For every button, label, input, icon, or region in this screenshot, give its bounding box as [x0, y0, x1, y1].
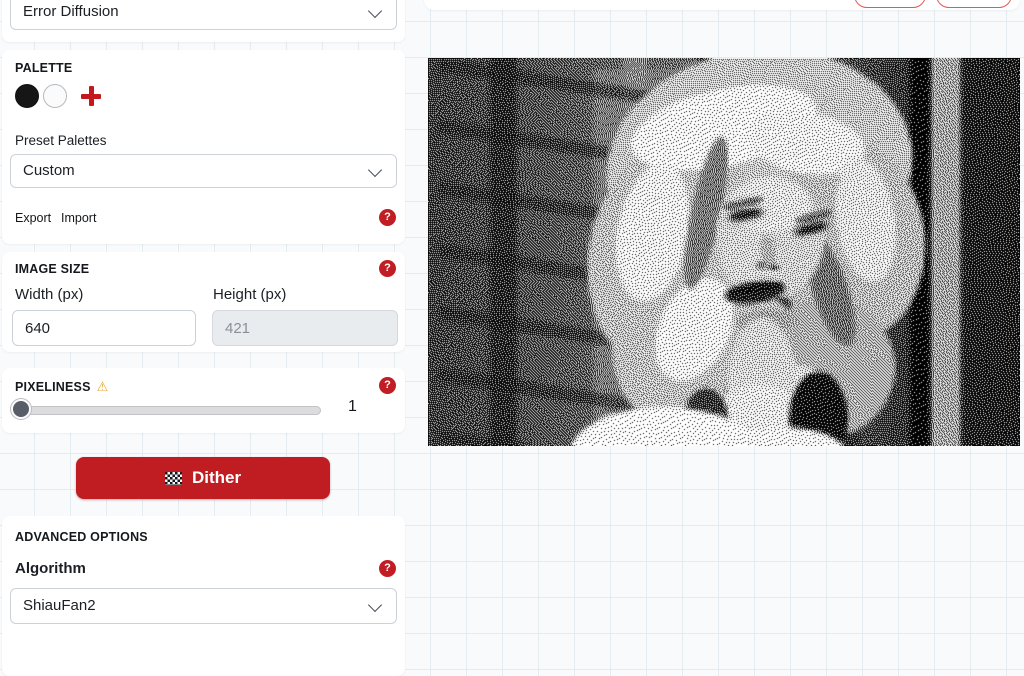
palette-swatch-black[interactable] [15, 84, 39, 108]
dither-style-card: Error Diffusion [2, 0, 405, 42]
pixeliness-slider-thumb[interactable] [11, 399, 31, 419]
algorithm-label: Algorithm [15, 560, 86, 577]
image-size-help-icon[interactable]: ? [379, 260, 396, 277]
preset-palettes-select-value: Custom [23, 162, 75, 179]
pixeliness-heading: PIXELINESS ⚠ [15, 379, 109, 395]
dither-checkerboard-icon [165, 472, 182, 485]
image-size-heading: IMAGE SIZE [15, 262, 89, 276]
warning-icon: ⚠ [97, 379, 109, 394]
pixeliness-help-icon[interactable]: ? [379, 377, 396, 394]
algorithm-help-icon[interactable]: ? [379, 560, 396, 577]
cropped-action-button-2[interactable] [936, 0, 1012, 8]
height-label: Height (px) [213, 286, 286, 303]
pixeliness-value: 1 [348, 398, 357, 416]
height-input [212, 310, 398, 346]
advanced-options-card: ADVANCED OPTIONS Algorithm ? ShiauFan2 [2, 516, 405, 676]
palette-help-icon[interactable]: ? [379, 209, 396, 226]
palette-swatch-white[interactable] [43, 84, 67, 108]
image-size-card: IMAGE SIZE ? Width (px) Height (px) [2, 252, 405, 352]
algorithm-select-value: ShiauFan2 [23, 597, 96, 614]
preview-header [424, 0, 1020, 10]
dither-style-select[interactable]: Error Diffusion [10, 0, 397, 30]
cropped-action-button-1[interactable] [854, 0, 926, 8]
pixeliness-slider-track[interactable] [14, 406, 321, 415]
pixeliness-heading-text: PIXELINESS [15, 380, 91, 394]
width-input[interactable] [12, 310, 196, 346]
preset-palettes-select[interactable]: Custom [10, 154, 397, 188]
palette-heading: PALETTE [15, 61, 72, 75]
chevron-down-icon [368, 598, 382, 612]
export-button[interactable]: Export [15, 211, 51, 225]
chevron-down-icon [368, 4, 382, 18]
palette-card: PALETTE Preset Palettes Custom Export Im… [2, 50, 405, 244]
pixeliness-card: PIXELINESS ⚠ ? 1 [2, 368, 405, 433]
advanced-options-heading: ADVANCED OPTIONS [15, 530, 148, 544]
dither-button[interactable]: Dither [76, 457, 330, 499]
width-label: Width (px) [15, 286, 83, 303]
dither-style-select-value: Error Diffusion [23, 3, 119, 20]
import-button[interactable]: Import [61, 211, 96, 225]
dithered-preview-image [428, 58, 1020, 446]
dither-button-label: Dither [192, 468, 241, 488]
preset-palettes-label: Preset Palettes [15, 133, 107, 148]
algorithm-select[interactable]: ShiauFan2 [10, 588, 397, 624]
add-color-icon[interactable] [80, 85, 102, 107]
chevron-down-icon [368, 163, 382, 177]
